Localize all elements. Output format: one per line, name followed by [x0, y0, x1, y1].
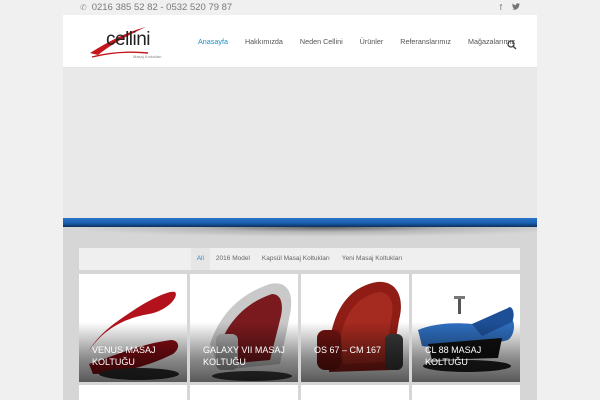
site-logo[interactable]: cellini Masaj Koltukları — [88, 23, 168, 63]
site-header: cellini Masaj Koltukları Anasayfa Hakkım… — [63, 15, 537, 68]
filter-2016-model[interactable]: 2016 Model — [210, 248, 256, 270]
nav-item-anasayfa[interactable]: Anasayfa — [198, 37, 228, 46]
product-card-partial[interactable] — [79, 385, 187, 400]
product-title: OS 67 – CM 167 — [314, 345, 382, 355]
phone-number: 0216 385 52 82 - 0532 520 79 87 — [91, 2, 233, 13]
hero-slider — [63, 68, 537, 219]
filter-kapsul[interactable]: Kapsül Masaj Koltukları — [256, 248, 336, 270]
product-card[interactable]: VENUS MASAJ KOLTUĞU — [79, 274, 187, 382]
portfolio-filters: All 2016 Model Kapsül Masaj Koltukları Y… — [79, 248, 520, 270]
product-title: GALAXY VII MASAJ KOLTUĞU — [203, 345, 285, 367]
phone-icon: ✆ — [80, 3, 87, 12]
logo-tagline: Masaj Koltukları — [133, 54, 162, 59]
facebook-icon[interactable]: f — [500, 3, 502, 12]
hero-divider-band — [63, 218, 537, 227]
product-card[interactable]: OS 67 – CM 167 — [301, 274, 409, 382]
product-card[interactable]: GALAXY VII MASAJ KOLTUĞU — [190, 274, 298, 382]
top-bar: ✆ 0216 385 52 82 - 0532 520 79 87 f — [63, 0, 537, 15]
twitter-icon[interactable] — [512, 3, 520, 12]
nav-item-urunler[interactable]: Ürünler — [360, 37, 384, 46]
search-icon[interactable] — [507, 37, 517, 50]
nav-item-hakkimizda[interactable]: Hakkımızda — [245, 37, 283, 46]
nav-item-referanslarimiz[interactable]: Referanslarımız — [400, 37, 451, 46]
contact-phone: ✆ 0216 385 52 82 - 0532 520 79 87 — [80, 2, 232, 13]
product-card-partial[interactable] — [412, 385, 520, 400]
social-links: f — [500, 3, 520, 12]
filter-yeni[interactable]: Yeni Masaj Koltukları — [336, 248, 408, 270]
product-card-partial[interactable] — [301, 385, 409, 400]
logo-text: cellini — [106, 29, 151, 50]
product-grid: VENUS MASAJ KOLTUĞU GALAXY VII MASAJ KOL… — [79, 274, 520, 400]
product-card[interactable]: CL 88 MASAJ KOLTUĞU — [412, 274, 520, 382]
filter-all[interactable]: All — [190, 248, 210, 270]
main-nav: Anasayfa Hakkımızda Neden Cellini Ürünle… — [198, 15, 532, 68]
product-title: CL 88 MASAJ KOLTUĞU — [425, 345, 482, 367]
product-card-partial[interactable] — [190, 385, 298, 400]
product-title: VENUS MASAJ KOLTUĞU — [92, 345, 156, 367]
band-shadow — [63, 227, 537, 237]
nav-item-neden-cellini[interactable]: Neden Cellini — [300, 37, 343, 46]
